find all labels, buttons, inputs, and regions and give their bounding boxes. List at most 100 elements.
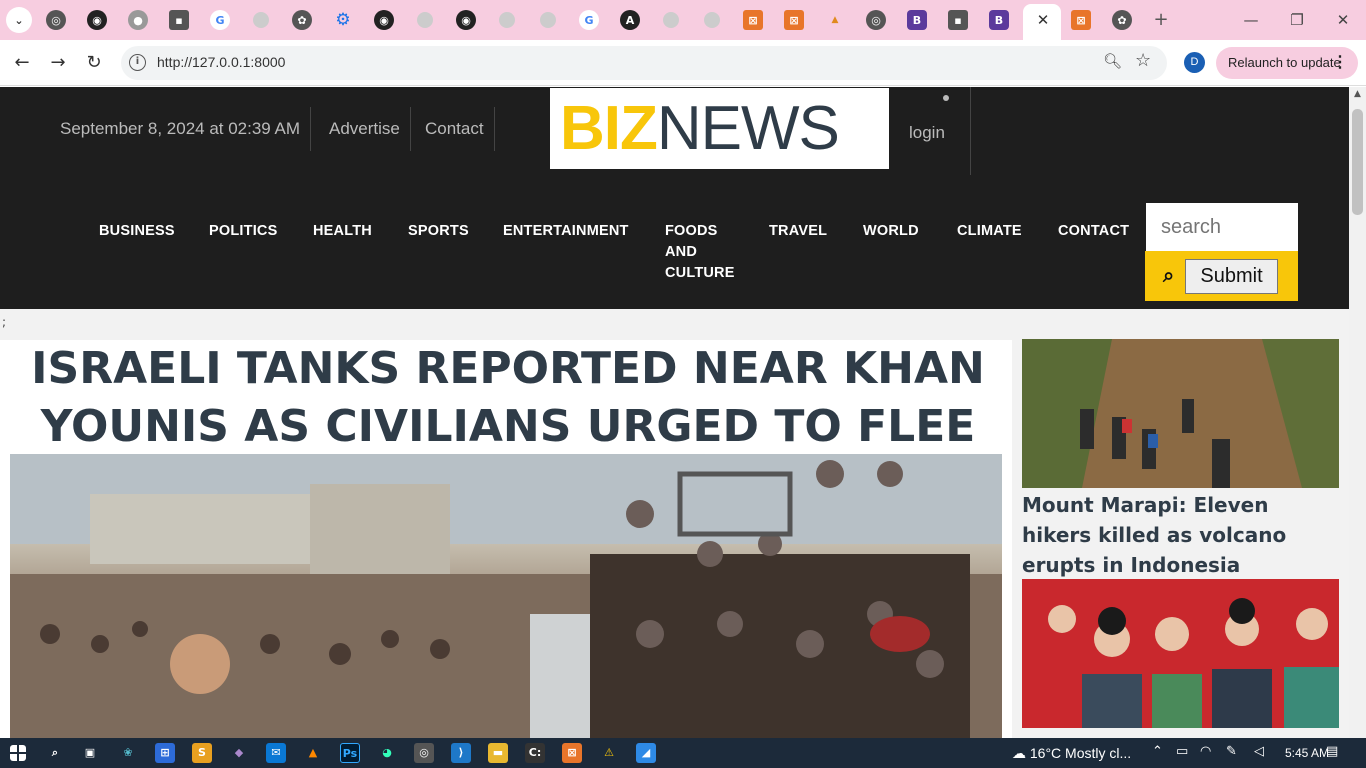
photoshop-icon[interactable]: Ps [340,743,360,763]
nav-travel[interactable]: TRAVEL [769,221,827,242]
edge-icon[interactable]: ◕ [377,743,397,763]
windows-taskbar: ⌕ ▣ ❀ ⊞ S ◆ ✉ ▲ Ps ◕ ◎ ⟩ ▬ C: ⊠ ⚠ ◢ ☁ 16… [0,738,1366,768]
forward-arrow-icon[interactable]: → [45,50,71,76]
tab-google-icon[interactable]: G [579,10,599,30]
nav-foods-and-culture[interactable]: FOODS AND CULTURE [665,221,745,284]
side-story-title[interactable]: Mount Marapi: Eleven hikers killed as vo… [1022,490,1342,580]
scroll-up-arrow-icon[interactable]: ▲ [1349,89,1366,103]
tab-bootstrap-icon[interactable]: B [989,10,1009,30]
tab-openai-icon[interactable]: ✿ [292,10,312,30]
tab-xampp-icon[interactable]: ⊠ [743,10,763,30]
contact-link[interactable]: Contact [415,107,495,151]
nav-contact[interactable]: CONTACT [1058,221,1129,242]
new-tab-icon[interactable]: + [1150,9,1172,31]
tab-chatgpt-icon[interactable]: ◉ [456,10,476,30]
search-icon[interactable]: ⌕ [45,743,65,763]
nav-world[interactable]: WORLD [863,221,919,242]
search-input[interactable] [1146,203,1298,251]
advertise-link[interactable]: Advertise [319,107,411,151]
profile-avatar[interactable]: D [1184,52,1205,73]
tab-globe-icon[interactable]: ● [663,12,679,28]
bookmark-star-icon[interactable]: ☆ [1135,50,1151,71]
site-info-icon[interactable]: i [129,54,146,71]
nav-health[interactable]: HEALTH [313,221,372,242]
tab-xampp-icon[interactable]: ⊠ [1071,10,1091,30]
vlc-icon[interactable]: ▲ [303,743,323,763]
app-window-icon[interactable]: ◢ [636,743,656,763]
side-story-image-cinema[interactable] [1022,579,1339,728]
tab-search-chevron-icon[interactable]: ⌄ [6,7,32,33]
cloud-sun-icon: ☁ [1012,745,1030,761]
tab-globe-icon[interactable]: ● [499,12,515,28]
tab-google-icon[interactable]: G [210,10,230,30]
close-tab-icon[interactable]: ✕ [1033,10,1053,30]
pen-icon[interactable]: ✎ [1226,744,1237,759]
login-link[interactable]: login [909,123,945,143]
more-menu-icon[interactable]: ⋮ [1332,47,1348,79]
weather-text: 16°C Mostly cl... [1029,745,1132,761]
search-icon[interactable]: ⌕ [1163,263,1174,287]
nav-entertainment[interactable]: ENTERTAINMENT [503,221,629,242]
tab-globe-icon[interactable]: ● [253,12,269,28]
notifications-icon[interactable]: ▤ [1326,744,1338,759]
reload-icon[interactable]: ↻ [81,50,107,76]
restore-window-icon[interactable]: ❐ [1282,8,1312,32]
back-arrow-icon[interactable]: ← [9,50,35,76]
tab-globe-icon[interactable]: ● [540,12,556,28]
nav-climate[interactable]: CLIMATE [957,221,1022,242]
weather-widget[interactable]: ☁ 16°C Mostly cl... [1012,738,1131,768]
site-logo[interactable]: BIZNEWS [550,88,889,169]
close-window-icon[interactable]: ✕ [1328,8,1358,32]
address-bar[interactable]: i http://127.0.0.1:8000 🔍︎ ☆ [121,46,1167,80]
tab-globe-icon[interactable]: ● [417,12,433,28]
tab-chatgpt-icon[interactable]: ◉ [374,10,394,30]
task-view-icon[interactable]: ▣ [80,743,100,763]
lead-headline[interactable]: ISRAELI TANKS REPORTED NEAR KHAN YOUNIS … [8,340,1008,456]
tab-folder-icon[interactable]: ▪ [948,10,968,30]
submit-button[interactable]: Submit [1185,259,1278,294]
tab-bootstrap-icon[interactable]: B [907,10,927,30]
battery-icon[interactable]: ▭ [1176,744,1188,759]
tab-chrome-icon[interactable]: ◎ [866,10,886,30]
tab-app-icon[interactable]: A [620,10,640,30]
tab-globe-icon[interactable]: ● [704,12,720,28]
sublime-text-icon[interactable]: S [192,743,212,763]
zoom-icon[interactable]: 🔍︎ [1103,52,1122,70]
nav-politics[interactable]: POLITICS [209,221,277,242]
mail-icon[interactable]: ✉ [266,743,286,763]
tab-folder-icon[interactable]: ▪ [169,10,189,30]
app-icon[interactable]: ❀ [118,743,138,763]
minimize-window-icon[interactable]: — [1236,8,1266,32]
browser-toolbar: ← → ↻ i http://127.0.0.1:8000 🔍︎ ☆ D Rel… [0,40,1366,86]
nav-sports[interactable]: SPORTS [408,221,469,242]
tab-settings-gear-icon[interactable]: ⚙ [333,10,353,30]
copilot-icon[interactable]: ◆ [229,743,249,763]
side-story-image-hikers[interactable] [1022,339,1339,488]
site-header: September 8, 2024 at 02:39 AM Advertise … [0,87,1349,309]
tab-openai-icon[interactable]: ✿ [1112,10,1132,30]
xampp-icon[interactable]: ⊠ [562,743,582,763]
file-explorer-icon[interactable]: ▬ [488,743,508,763]
scroll-thumb[interactable] [1352,109,1363,215]
logo-news-text: NEWS [656,94,840,163]
warning-icon[interactable]: ⚠ [599,743,619,763]
microsoft-store-icon[interactable]: ⊞ [155,743,175,763]
tab-phpmyadmin-icon[interactable]: ▲ [825,10,845,30]
terminal-icon[interactable]: C: [525,743,545,763]
volume-icon[interactable]: ◁ [1254,744,1264,759]
tray-chevron-icon[interactable]: ⌃ [1152,744,1163,759]
tab-chrome-icon[interactable]: ◎ [46,10,66,30]
chrome-icon[interactable]: ◎ [414,743,434,763]
relaunch-button[interactable]: Relaunch to update ⋮ [1216,47,1358,79]
tab-github-icon[interactable]: ● [128,10,148,30]
lead-story-image[interactable] [10,454,1002,738]
tab-chatgpt-icon[interactable]: ◉ [87,10,107,30]
url-text[interactable]: http://127.0.0.1:8000 [157,54,285,70]
page-scrollbar[interactable]: ▲ [1349,87,1366,738]
windows-start-icon[interactable] [10,745,26,761]
wifi-icon[interactable]: ◠ [1200,744,1211,759]
vscode-icon[interactable]: ⟩ [451,743,471,763]
clock[interactable]: 5:45 AM [1285,738,1329,768]
tab-xampp-icon[interactable]: ⊠ [784,10,804,30]
nav-business[interactable]: BUSINESS [99,221,175,242]
